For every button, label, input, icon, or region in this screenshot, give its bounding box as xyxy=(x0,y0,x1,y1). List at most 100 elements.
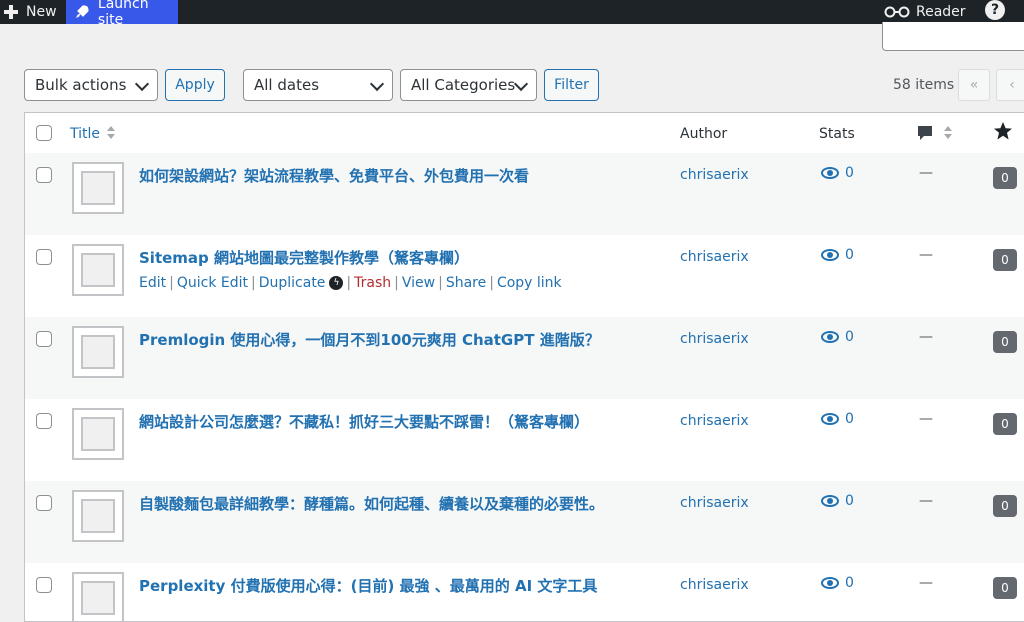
table-header: Title Author Stats xyxy=(25,113,1024,154)
comment-icon[interactable] xyxy=(917,125,933,141)
author-link[interactable]: chrisaerix xyxy=(680,413,749,429)
post-title-link[interactable]: Sitemap 網站地圖最完整製作教學（駑客專欄） xyxy=(139,247,469,268)
author-link[interactable]: chrisaerix xyxy=(680,249,749,265)
author-link[interactable]: chrisaerix xyxy=(680,495,749,511)
views-count: 0 xyxy=(845,165,854,181)
comments-cell: — xyxy=(919,493,933,509)
stats-link[interactable]: 0 xyxy=(821,575,854,591)
edit-link[interactable]: Edit xyxy=(139,275,166,291)
apply-button[interactable]: Apply xyxy=(165,69,225,101)
views-count: 0 xyxy=(845,411,854,427)
views-count: 0 xyxy=(845,247,854,263)
table-row: Sitemap 網站地圖最完整製作教學（駑客專欄） Edit | Quick Ed… xyxy=(25,235,1024,317)
stats-link[interactable]: 0 xyxy=(821,329,854,345)
bulk-actions-value: Bulk actions xyxy=(35,76,127,94)
views-count: 0 xyxy=(845,493,854,509)
table-row: 網站設計公司怎麼選？不藏私！抓好三大要點不踩雷！（駑客專欄） chrisaeri… xyxy=(25,399,1024,481)
post-title-link[interactable]: 網站設計公司怎麼選？不藏私！抓好三大要點不踩雷！（駑客專欄） xyxy=(139,411,589,432)
launch-site-button[interactable]: Launch site xyxy=(66,0,178,28)
eye-icon xyxy=(821,167,839,179)
dates-select[interactable]: All dates xyxy=(243,69,393,101)
post-thumbnail xyxy=(72,162,124,214)
dates-value: All dates xyxy=(254,76,320,94)
eye-icon xyxy=(821,495,839,507)
new-label: New xyxy=(26,4,57,20)
count-badge: 0 xyxy=(993,577,1017,599)
post-title-link[interactable]: 自製酸麵包最詳細教學：酵種篇。如何起種、續養以及棄種的必要性。 xyxy=(139,493,604,514)
row-checkbox[interactable] xyxy=(36,249,52,265)
post-thumbnail xyxy=(72,572,124,621)
duplicate-link[interactable]: Duplicate xyxy=(259,275,326,291)
post-title-link[interactable]: Perplexity 付費版使用心得：(目前) 最強 、最萬用的 AI 文字工具 xyxy=(139,575,597,596)
post-title-link[interactable]: Premlogin 使用心得，一個月不到100元爽用 ChatGPT 進階版？ xyxy=(139,329,600,350)
sort-icon[interactable] xyxy=(943,126,953,140)
star-icon[interactable] xyxy=(993,121,1013,141)
quick-edit-link[interactable]: Quick Edit xyxy=(177,275,248,291)
eye-icon xyxy=(821,413,839,425)
sort-icon[interactable] xyxy=(106,126,116,140)
author-link[interactable]: chrisaerix xyxy=(680,331,749,347)
post-thumbnail xyxy=(72,244,124,296)
views-count: 0 xyxy=(845,575,854,591)
author-link[interactable]: chrisaerix xyxy=(680,167,749,183)
row-checkbox[interactable] xyxy=(36,331,52,347)
first-page-button[interactable]: « xyxy=(958,69,990,101)
stats-link[interactable]: 0 xyxy=(821,493,854,509)
column-stats: Stats xyxy=(819,126,855,142)
count-badge: 0 xyxy=(993,413,1017,435)
new-menu[interactable]: New xyxy=(4,0,57,24)
items-count: 58 items xyxy=(893,77,955,93)
row-checkbox[interactable] xyxy=(36,577,52,593)
eye-icon xyxy=(821,331,839,343)
bulk-actions-select[interactable]: Bulk actions xyxy=(24,69,158,101)
categories-value: All Categories xyxy=(411,76,516,94)
admin-bar: New Launch site Reader ? xyxy=(0,0,1024,28)
chevron-down-icon xyxy=(513,76,529,92)
posts-table: Title Author Stats 如何架設網站？架站流程教學、免費平台、外包… xyxy=(24,112,1024,622)
share-link[interactable]: Share xyxy=(446,275,486,291)
chevron-down-icon xyxy=(134,76,150,92)
categories-select[interactable]: All Categories xyxy=(400,69,537,101)
post-title-link[interactable]: 如何架設網站？架站流程教學、免費平台、外包費用一次看 xyxy=(139,165,529,186)
post-thumbnail xyxy=(72,326,124,378)
row-checkbox[interactable] xyxy=(36,413,52,429)
table-row: Premlogin 使用心得，一個月不到100元爽用 ChatGPT 進階版？ … xyxy=(25,317,1024,399)
comments-cell: — xyxy=(919,165,933,181)
eye-icon xyxy=(821,577,839,589)
comments-cell: — xyxy=(919,329,933,345)
copy-link[interactable]: Copy link xyxy=(497,275,562,291)
row-actions: Edit | Quick Edit | Duplicate ϟ | Trash | Vi… xyxy=(139,275,562,291)
glasses-icon xyxy=(884,6,910,18)
table-row: 自製酸麵包最詳細教學：酵種篇。如何起種、續養以及棄種的必要性。 chrisaer… xyxy=(25,481,1024,563)
author-link[interactable]: chrisaerix xyxy=(680,577,749,593)
bolt-icon: ϟ xyxy=(329,276,344,290)
column-title[interactable]: Title xyxy=(70,126,100,142)
select-all-checkbox[interactable] xyxy=(36,125,52,141)
row-checkbox[interactable] xyxy=(36,167,52,183)
reader-link[interactable]: Reader xyxy=(884,0,966,24)
table-row: 如何架設網站？架站流程教學、免費平台、外包費用一次看 chrisaerix 0 … xyxy=(25,153,1024,235)
plus-icon xyxy=(4,5,18,19)
table-row: Perplexity 付費版使用心得：(目前) 最強 、最萬用的 AI 文字工具… xyxy=(25,563,1024,621)
search-input[interactable] xyxy=(882,22,1024,51)
row-checkbox[interactable] xyxy=(36,495,52,511)
view-link[interactable]: View xyxy=(402,275,435,291)
count-badge: 0 xyxy=(993,249,1017,271)
comments-cell: — xyxy=(919,575,933,591)
filter-button[interactable]: Filter xyxy=(544,69,599,101)
comments-cell: — xyxy=(919,411,933,427)
prev-page-button[interactable]: ‹ xyxy=(996,69,1024,101)
views-count: 0 xyxy=(845,329,854,345)
stats-link[interactable]: 0 xyxy=(821,247,854,263)
launch-label: Launch site xyxy=(97,0,149,28)
help-icon[interactable]: ? xyxy=(985,0,1005,20)
trash-link[interactable]: Trash xyxy=(354,275,391,291)
column-author: Author xyxy=(680,126,728,142)
post-thumbnail xyxy=(72,490,124,542)
reader-label: Reader xyxy=(916,4,966,20)
chevron-down-icon xyxy=(369,76,385,92)
count-badge: 0 xyxy=(993,495,1017,517)
stats-link[interactable]: 0 xyxy=(821,165,854,181)
rocket-icon xyxy=(75,5,89,18)
stats-link[interactable]: 0 xyxy=(821,411,854,427)
